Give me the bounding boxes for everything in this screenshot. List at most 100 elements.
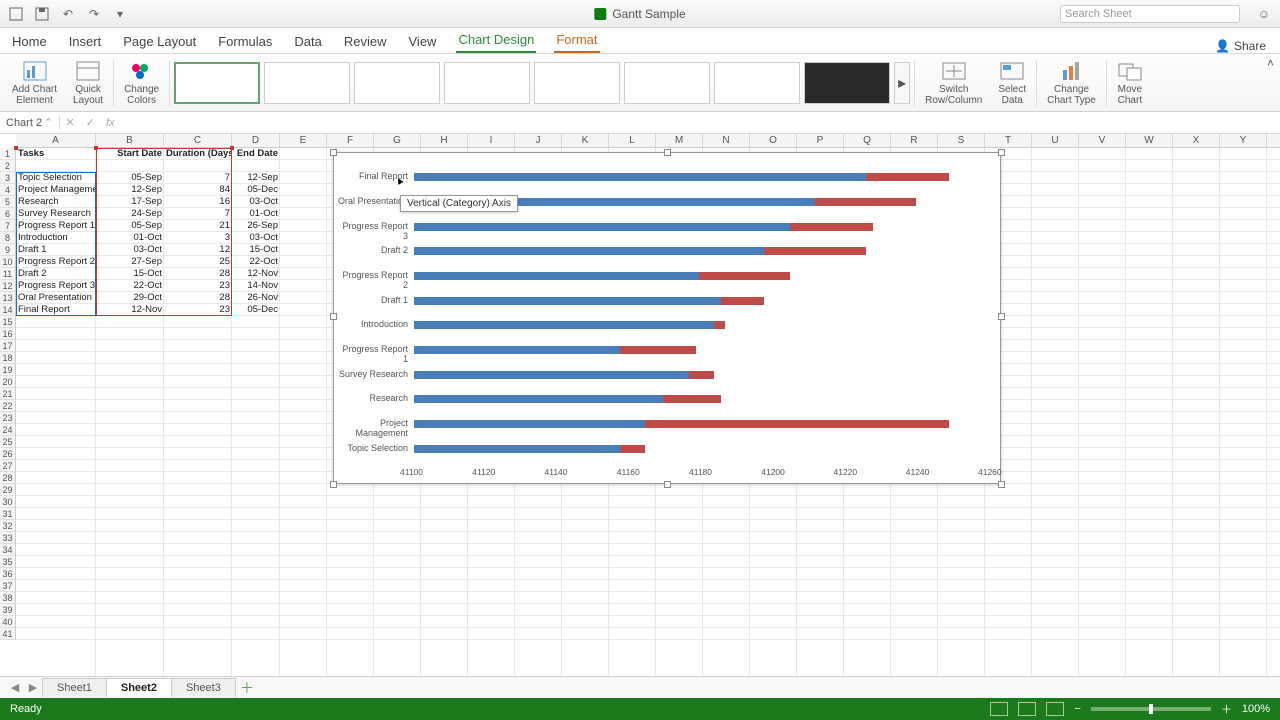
cell-A10[interactable]: Progress Report 2 — [16, 256, 96, 268]
row-header-39[interactable]: 39 — [0, 604, 15, 616]
confirm-edit-icon[interactable]: ✓ — [86, 116, 95, 129]
row-header-20[interactable]: 20 — [0, 376, 15, 388]
cell-A8[interactable]: Introduction — [16, 232, 96, 244]
row-header-9[interactable]: 9 — [0, 244, 15, 256]
chart-styles-gallery[interactable]: ▸ — [174, 62, 910, 104]
feedback-smile-icon[interactable]: ☺ — [1258, 7, 1270, 21]
chart-resize-handle[interactable] — [664, 149, 671, 156]
col-header-J[interactable]: J — [515, 134, 562, 147]
col-header-F[interactable]: F — [327, 134, 374, 147]
col-header-T[interactable]: T — [985, 134, 1032, 147]
cell-D9[interactable]: 15-Oct — [232, 244, 280, 256]
cell-A14[interactable]: Final Report — [16, 304, 96, 316]
row-header-24[interactable]: 24 — [0, 424, 15, 436]
chart-resize-handle[interactable] — [998, 149, 1005, 156]
share-button[interactable]: 👤 Share — [1215, 39, 1266, 53]
row-header-40[interactable]: 40 — [0, 616, 15, 628]
cells-area[interactable]: TasksStart DateDuration (Days)End DateTo… — [16, 148, 1280, 690]
cell-D14[interactable]: 05-Dec — [232, 304, 280, 316]
cancel-edit-icon[interactable]: ✕ — [66, 116, 75, 129]
chart-resize-handle[interactable] — [330, 481, 337, 488]
change-chart-type-button[interactable]: Change Chart Type — [1041, 60, 1102, 106]
cell-B4[interactable]: 12-Sep — [96, 184, 164, 196]
row-header-1[interactable]: 1 — [0, 148, 15, 160]
row-header-36[interactable]: 36 — [0, 568, 15, 580]
tab-format[interactable]: Format — [554, 28, 599, 53]
chart-bar-duration[interactable] — [815, 198, 916, 206]
row-header-7[interactable]: 7 — [0, 220, 15, 232]
cell-B8[interactable]: 01-Oct — [96, 232, 164, 244]
row-header-10[interactable]: 10 — [0, 256, 15, 268]
cell-C6[interactable]: 7 — [164, 208, 232, 220]
col-header-C[interactable]: C — [164, 134, 232, 147]
cell-A7[interactable]: Progress Report 1 — [16, 220, 96, 232]
cell-A1[interactable]: Tasks — [16, 148, 96, 160]
row-headers[interactable]: 1234567891011121314151617181920212223242… — [0, 148, 16, 640]
chart-bar-start[interactable] — [414, 297, 721, 305]
row-header-37[interactable]: 37 — [0, 580, 15, 592]
chart-bar-duration[interactable] — [764, 247, 865, 255]
chart-style-6[interactable] — [624, 62, 710, 104]
chart-bar-duration[interactable] — [620, 346, 696, 354]
col-header-V[interactable]: V — [1079, 134, 1126, 147]
cell-C11[interactable]: 28 — [164, 268, 232, 280]
cell-B5[interactable]: 17-Sep — [96, 196, 164, 208]
cell-B6[interactable]: 24-Sep — [96, 208, 164, 220]
cell-D1[interactable]: End Date — [232, 148, 280, 160]
sheet-add-button[interactable]: ＋ — [235, 678, 259, 698]
cell-B7[interactable]: 05-Sep — [96, 220, 164, 232]
chart-style-5[interactable] — [534, 62, 620, 104]
row-header-22[interactable]: 22 — [0, 400, 15, 412]
row-header-18[interactable]: 18 — [0, 352, 15, 364]
row-header-23[interactable]: 23 — [0, 412, 15, 424]
col-header-P[interactable]: P — [797, 134, 844, 147]
chart-bar-duration[interactable] — [721, 297, 764, 305]
fx-icon[interactable]: fx — [106, 117, 115, 129]
cell-D10[interactable]: 22-Oct — [232, 256, 280, 268]
cell-A3[interactable]: Topic Selection — [16, 172, 96, 184]
col-header-N[interactable]: N — [703, 134, 750, 147]
cell-B3[interactable]: 05-Sep — [96, 172, 164, 184]
sheet-next-icon[interactable]: ▶ — [24, 681, 42, 694]
col-header-S[interactable]: S — [938, 134, 985, 147]
cell-A9[interactable]: Draft 1 — [16, 244, 96, 256]
row-header-17[interactable]: 17 — [0, 340, 15, 352]
row-header-19[interactable]: 19 — [0, 364, 15, 376]
cell-D5[interactable]: 03-Oct — [232, 196, 280, 208]
row-header-8[interactable]: 8 — [0, 232, 15, 244]
tab-chart-design[interactable]: Chart Design — [456, 28, 536, 53]
row-header-21[interactable]: 21 — [0, 388, 15, 400]
cell-D13[interactable]: 26-Nov — [232, 292, 280, 304]
col-header-K[interactable]: K — [562, 134, 609, 147]
row-header-6[interactable]: 6 — [0, 208, 15, 220]
cell-B10[interactable]: 27-Sep — [96, 256, 164, 268]
chart-bar-start[interactable] — [414, 272, 699, 280]
row-header-12[interactable]: 12 — [0, 280, 15, 292]
col-header-R[interactable]: R — [891, 134, 938, 147]
tab-insert[interactable]: Insert — [67, 30, 104, 53]
row-header-35[interactable]: 35 — [0, 556, 15, 568]
col-header-Q[interactable]: Q — [844, 134, 891, 147]
row-header-41[interactable]: 41 — [0, 628, 15, 640]
quick-layout-button[interactable]: Quick Layout — [67, 60, 109, 106]
autosave-icon[interactable] — [8, 6, 24, 22]
row-header-2[interactable]: 2 — [0, 160, 15, 172]
sheet-tab-sheet2[interactable]: Sheet2 — [106, 678, 172, 697]
cell-C13[interactable]: 28 — [164, 292, 232, 304]
name-box[interactable]: Chart 2⌃ — [0, 116, 60, 129]
col-header-L[interactable]: L — [609, 134, 656, 147]
zoom-slider[interactable] — [1091, 707, 1211, 711]
col-header-E[interactable]: E — [280, 134, 327, 147]
row-header-13[interactable]: 13 — [0, 292, 15, 304]
cell-B11[interactable]: 15-Oct — [96, 268, 164, 280]
col-header-G[interactable]: G — [374, 134, 421, 147]
row-header-3[interactable]: 3 — [0, 172, 15, 184]
cell-D6[interactable]: 01-Oct — [232, 208, 280, 220]
chart-bar-start[interactable] — [414, 445, 620, 453]
chart-bar-duration[interactable] — [714, 321, 725, 329]
row-header-34[interactable]: 34 — [0, 544, 15, 556]
chart-bar-start[interactable] — [414, 420, 645, 428]
view-normal-button[interactable] — [990, 702, 1008, 716]
switch-row-column-button[interactable]: Switch Row/Column — [919, 60, 988, 106]
chart-bar-duration[interactable] — [866, 173, 949, 181]
